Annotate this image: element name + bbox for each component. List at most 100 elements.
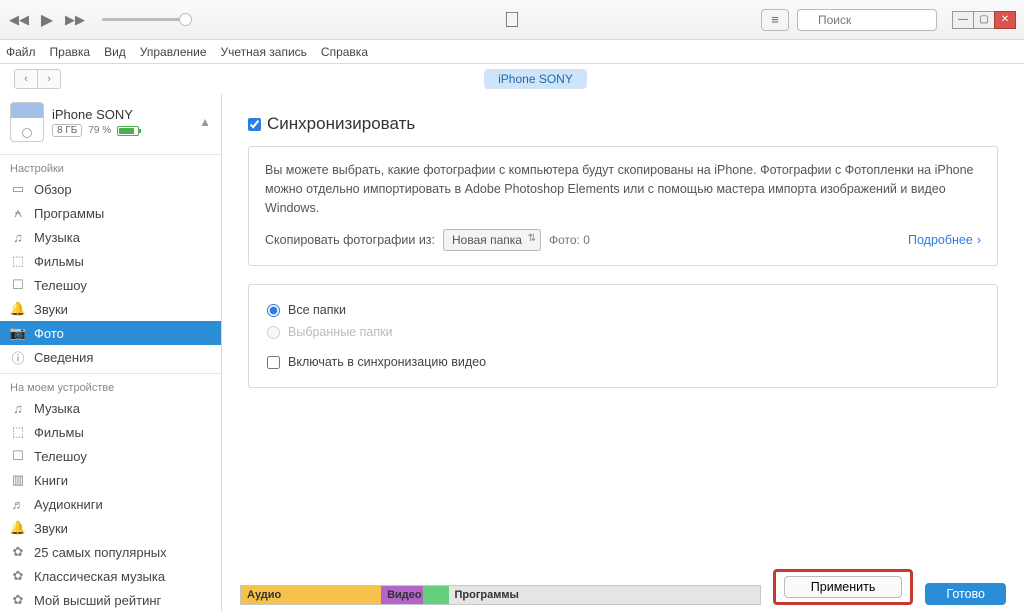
sidebar-item-label: Звуки	[34, 521, 68, 536]
sidebar-item-label: Фото	[34, 326, 64, 341]
sidebar-item-Классическая музыка[interactable]: ✿ Классическая музыка	[0, 564, 221, 588]
top-toolbar: ◀◀ ▶ ▶▶  ≡ 🔍 — ▢ ✕	[0, 0, 1024, 40]
sync-checkbox[interactable]	[248, 118, 261, 131]
sidebar-icon: ⓘ	[10, 349, 26, 365]
storage-seg-audio: Аудио	[241, 586, 381, 604]
sidebar-item-Фильмы[interactable]: ⬚ Фильмы	[0, 420, 221, 444]
nav-forward-button[interactable]: ›	[37, 69, 61, 89]
sidebar-item-Мой высший рейтинг[interactable]: ✿ Мой высший рейтинг	[0, 588, 221, 611]
nav-back-button[interactable]: ‹	[14, 69, 38, 89]
folder-select[interactable]: Новая папка	[443, 229, 541, 251]
sidebar-item-Обзор[interactable]: ▭Обзор	[0, 177, 221, 201]
sidebar-item-label: Телешоу	[34, 449, 87, 464]
sidebar-icon: ☐	[10, 448, 26, 464]
done-button[interactable]: Готово	[925, 583, 1006, 605]
options-box: Все папки Выбранные папки Включать в син…	[248, 284, 998, 388]
photo-count: Фото: 0	[549, 231, 590, 249]
menu-account[interactable]: Учетная запись	[221, 45, 307, 59]
sidebar-icon: ▥	[10, 472, 26, 488]
eject-icon[interactable]: ▲	[199, 115, 211, 129]
sidebar-item-label: Фильмы	[34, 425, 84, 440]
sidebar-item-label: 25 самых популярных	[34, 545, 167, 560]
storage-seg-video: Видео	[381, 586, 423, 604]
storage-seg-photo	[423, 586, 449, 604]
sidebar-item-label: Музыка	[34, 401, 80, 416]
search-input[interactable]	[797, 9, 937, 31]
storage-seg-apps: Программы	[449, 586, 760, 604]
sidebar-item-Звуки[interactable]: 🔔 Звуки	[0, 297, 221, 321]
storage-bar: Аудио Видео Программы	[240, 585, 761, 605]
sidebar-item-Фото[interactable]: 📷 Фото	[0, 321, 221, 345]
sidebar-item-label: Аудиокниги	[34, 497, 103, 512]
info-box: Вы можете выбрать, какие фотографии с ко…	[248, 146, 998, 266]
menu-help[interactable]: Справка	[321, 45, 368, 59]
menu-controls[interactable]: Управление	[140, 45, 207, 59]
device-block[interactable]: iPhone SONY 8 ГБ 79 % ▲	[0, 94, 221, 150]
prev-button[interactable]: ◀◀	[8, 9, 30, 31]
bottom-bar: Аудио Видео Программы Применить Готово	[222, 569, 1024, 611]
sidebar-item-Музыка[interactable]: ♫ Музыка	[0, 396, 221, 420]
sidebar-icon: ♬	[10, 496, 26, 512]
sidebar-header-settings: Настройки	[0, 159, 221, 177]
window-minimize-button[interactable]: —	[952, 11, 974, 29]
sidebar-item-label: Мой высший рейтинг	[34, 593, 161, 608]
apple-logo-icon: 	[504, 7, 521, 33]
sidebar-item-25 самых популярных[interactable]: ✿ 25 самых популярных	[0, 540, 221, 564]
sidebar: iPhone SONY 8 ГБ 79 % ▲ Настройки ▭Обзор…	[0, 94, 222, 611]
chevron-right-icon: ›	[977, 231, 981, 250]
sidebar-icon: ⍲	[10, 205, 26, 221]
sidebar-icon: ✿	[10, 592, 26, 608]
next-button[interactable]: ▶▶	[64, 9, 86, 31]
device-name: iPhone SONY	[52, 107, 187, 122]
sync-title: Синхронизировать	[267, 114, 415, 134]
sidebar-item-Телешоу[interactable]: ☐ Телешоу	[0, 444, 221, 468]
sidebar-icon: 📷	[10, 325, 26, 341]
content-pane: Синхронизировать Вы можете выбрать, каки…	[222, 94, 1024, 611]
sidebar-icon: 🔔	[10, 301, 26, 317]
opt-selected-folders: Выбранные папки	[267, 321, 979, 343]
sidebar-item-Сведения[interactable]: ⓘСведения	[0, 345, 221, 369]
sidebar-icon: ♫	[10, 400, 26, 416]
device-capacity: 8 ГБ	[52, 124, 82, 137]
sidebar-icon: ♫	[10, 229, 26, 245]
device-chip[interactable]: iPhone SONY	[484, 69, 587, 89]
menu-edit[interactable]: Правка	[50, 45, 91, 59]
sidebar-item-label: Классическая музыка	[34, 569, 165, 584]
window-maximize-button[interactable]: ▢	[973, 11, 995, 29]
sidebar-icon: ⬚	[10, 424, 26, 440]
menu-bar: Файл Правка Вид Управление Учетная запис…	[0, 40, 1024, 64]
sidebar-item-label: Программы	[34, 206, 104, 221]
list-view-button[interactable]: ≡	[761, 9, 789, 31]
sidebar-item-Телешоу[interactable]: ☐Телешоу	[0, 273, 221, 297]
window-close-button[interactable]: ✕	[994, 11, 1016, 29]
device-thumbnail-icon	[10, 102, 44, 142]
apply-highlight: Применить	[773, 569, 914, 605]
info-text: Вы можете выбрать, какие фотографии с ко…	[265, 161, 981, 217]
sidebar-item-Звуки[interactable]: 🔔 Звуки	[0, 516, 221, 540]
sidebar-icon: ✿	[10, 544, 26, 560]
menu-file[interactable]: Файл	[6, 45, 36, 59]
sidebar-item-label: Звуки	[34, 302, 68, 317]
menu-view[interactable]: Вид	[104, 45, 126, 59]
sidebar-item-label: Музыка	[34, 230, 80, 245]
sidebar-icon: ✿	[10, 568, 26, 584]
sidebar-item-label: Фильмы	[34, 254, 84, 269]
sidebar-item-Книги[interactable]: ▥ Книги	[0, 468, 221, 492]
sidebar-item-Аудиокниги[interactable]: ♬ Аудиокниги	[0, 492, 221, 516]
sidebar-item-Музыка[interactable]: ♫ Музыка	[0, 225, 221, 249]
play-button[interactable]: ▶	[36, 9, 58, 31]
apply-button[interactable]: Применить	[784, 576, 903, 598]
sidebar-item-Фильмы[interactable]: ⬚ Фильмы	[0, 249, 221, 273]
sidebar-item-label: Книги	[34, 473, 68, 488]
sidebar-icon: 🔔	[10, 520, 26, 536]
opt-all-folders[interactable]: Все папки	[267, 299, 979, 321]
playback-controls: ◀◀ ▶ ▶▶	[8, 9, 192, 31]
battery-icon	[117, 126, 139, 136]
opt-include-video[interactable]: Включать в синхронизацию видео	[267, 351, 979, 373]
sidebar-item-Программы[interactable]: ⍲ Программы	[0, 201, 221, 225]
sidebar-icon: ⬚	[10, 253, 26, 269]
nav-row: ‹ › iPhone SONY	[0, 64, 1024, 94]
sidebar-item-label: Телешоу	[34, 278, 87, 293]
more-link[interactable]: Подробнее ›	[908, 231, 981, 250]
volume-slider[interactable]	[102, 18, 192, 21]
